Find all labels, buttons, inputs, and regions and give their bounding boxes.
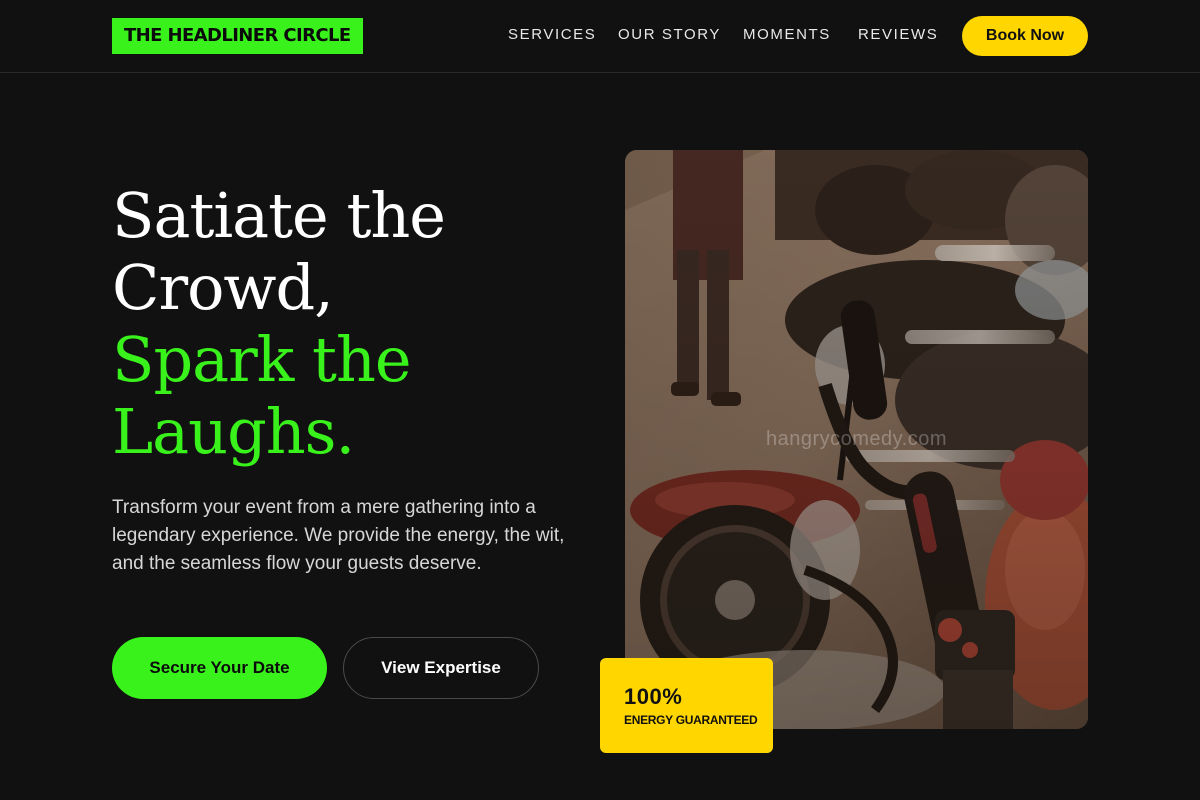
badge-value: 100% <box>624 684 683 709</box>
secure-your-date-button[interactable]: Secure Your Date <box>112 637 327 699</box>
hero-photo-motorcycles: hangrycomedy.com <box>625 150 1088 729</box>
badge-label: ENERGY GUARANTEED <box>624 713 758 727</box>
nav-link-our-story[interactable]: OUR STORY <box>618 26 721 44</box>
nav-link-services[interactable]: SERVICES <box>508 26 596 44</box>
book-now-button[interactable]: Book Now <box>962 16 1088 56</box>
hero-description: Transform your event from a mere gatheri… <box>112 497 565 574</box>
hero-title-accent-line: Laughs. <box>112 395 355 468</box>
energy-badge: 100% ENERGY GUARANTEED <box>600 658 773 753</box>
image-watermark: hangrycomedy.com <box>765 428 948 450</box>
hero-title: Satiate the Crowd, Spark the Laughs. <box>112 180 572 468</box>
nav-link-moments[interactable]: MOMENTS <box>743 26 831 44</box>
hero-title-line: Crowd, <box>112 251 334 324</box>
site-header: THE HEADLINER CIRCLE SERVICES OUR STORY … <box>0 0 1200 73</box>
view-expertise-button[interactable]: View Expertise <box>343 637 539 699</box>
hero-title-line: Satiate the <box>112 179 446 252</box>
hero-title-accent-line: Spark the <box>112 323 412 396</box>
nav-link-reviews[interactable]: REVIEWS <box>858 26 938 44</box>
